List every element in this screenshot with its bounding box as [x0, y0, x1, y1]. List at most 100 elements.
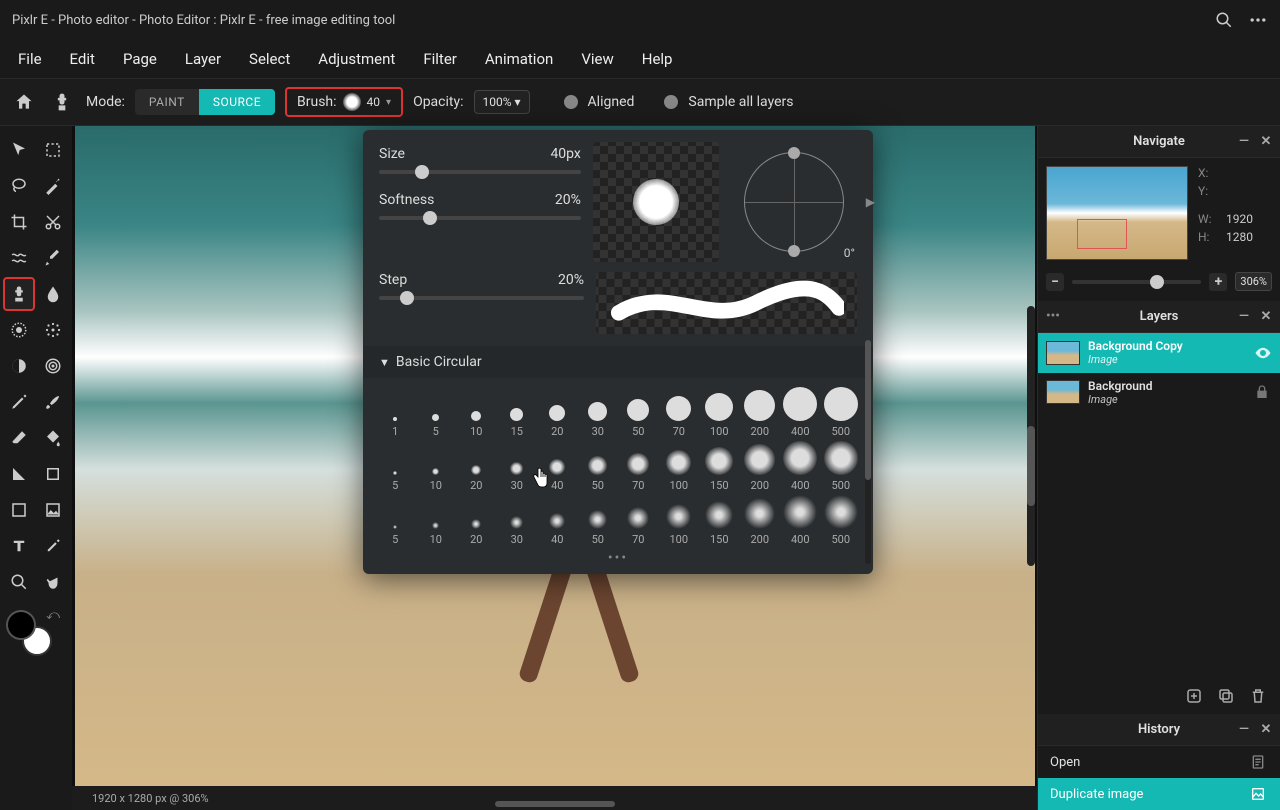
menu-page[interactable]: Page — [123, 50, 157, 68]
chevron-right-icon[interactable]: ▶ — [866, 195, 875, 209]
swap-colors-icon[interactable]: ⤺ — [46, 608, 60, 623]
hand-tool[interactable] — [37, 565, 69, 599]
duplicate-layer-button[interactable] — [1216, 686, 1236, 706]
brush-preset[interactable]: 100 — [659, 440, 700, 492]
eraser-tool[interactable] — [3, 421, 35, 455]
brush-preset[interactable]: 70 — [618, 494, 659, 546]
foreground-color-swatch[interactable] — [6, 610, 36, 640]
brush-preset[interactable]: 200 — [740, 494, 781, 546]
brush-preset[interactable]: 50 — [578, 440, 619, 492]
brush-selector[interactable]: Brush: 40 ▾ — [285, 87, 403, 117]
frame-tool[interactable] — [3, 493, 35, 527]
close-icon[interactable]: ✕ — [1258, 722, 1274, 738]
brush-preset[interactable]: 10 — [416, 494, 457, 546]
zoom-tool[interactable] — [3, 565, 35, 599]
menu-adjustment[interactable]: Adjustment — [318, 50, 395, 68]
more-icon[interactable] — [1248, 10, 1268, 30]
gradient-tool[interactable] — [3, 457, 35, 491]
wand-tool[interactable] — [37, 169, 69, 203]
layer-item[interactable]: Background Copy Image — [1038, 333, 1280, 373]
fill-tool[interactable] — [37, 421, 69, 455]
text-tool[interactable] — [3, 529, 35, 563]
cut-tool[interactable] — [37, 205, 69, 239]
zoom-value[interactable]: 306% — [1235, 272, 1272, 291]
brush-preset[interactable]: 5 — [375, 494, 416, 546]
brush-preset[interactable]: 100 — [659, 494, 700, 546]
brush-preset[interactable]: 70 — [618, 440, 659, 492]
mode-paint-button[interactable]: PAINT — [135, 89, 199, 115]
size-slider[interactable] — [379, 170, 581, 174]
brush-preset[interactable]: 150 — [699, 494, 740, 546]
close-icon[interactable]: ✕ — [1258, 309, 1274, 325]
menu-animation[interactable]: Animation — [485, 50, 553, 68]
menu-help[interactable]: Help — [642, 50, 673, 68]
brush-preset[interactable]: 10 — [456, 386, 497, 438]
sample-all-radio[interactable] — [664, 95, 678, 109]
menu-filter[interactable]: Filter — [423, 50, 457, 68]
brush-preset[interactable]: 10 — [416, 440, 457, 492]
brush-category-header[interactable]: ▼ Basic Circular — [363, 346, 873, 378]
brush-preset[interactable]: 400 — [780, 386, 821, 438]
brush-preset[interactable]: 400 — [780, 494, 821, 546]
brush-preset[interactable]: 100 — [699, 386, 740, 438]
menu-edit[interactable]: Edit — [70, 50, 95, 68]
eyedropper-tool[interactable] — [37, 241, 69, 275]
brush-preset[interactable]: 500 — [821, 494, 862, 546]
heal-tool[interactable] — [3, 313, 35, 347]
brush-preset[interactable]: 500 — [821, 440, 862, 492]
zoom-in-button[interactable]: + — [1209, 273, 1227, 291]
dodge-tool[interactable] — [3, 349, 35, 383]
pen-tool[interactable] — [3, 385, 35, 419]
blur-tool[interactable] — [37, 277, 69, 311]
minimize-icon[interactable]: — — [1236, 134, 1252, 150]
history-item[interactable]: Duplicate image — [1038, 778, 1280, 810]
add-layer-button[interactable] — [1184, 686, 1204, 706]
brush-preset[interactable]: 1 — [375, 386, 416, 438]
clone-stamp-tool[interactable] — [3, 277, 35, 311]
eye-icon[interactable] — [1254, 344, 1272, 362]
brush-preset[interactable]: 30 — [497, 440, 538, 492]
brush-preset[interactable]: 50 — [578, 494, 619, 546]
lasso-tool[interactable] — [3, 169, 35, 203]
liquify-tool[interactable] — [3, 241, 35, 275]
menu-file[interactable]: File — [18, 50, 42, 68]
shape-tool[interactable] — [37, 457, 69, 491]
brush-preset[interactable]: 5 — [375, 440, 416, 492]
brush-preset[interactable]: 200 — [740, 386, 781, 438]
lock-icon[interactable] — [1254, 384, 1272, 400]
close-icon[interactable]: ✕ — [1258, 134, 1274, 150]
softness-slider[interactable] — [379, 216, 581, 220]
brush-preset[interactable]: 20 — [456, 440, 497, 492]
delete-layer-button[interactable] — [1248, 686, 1268, 706]
brush-tool[interactable] — [37, 385, 69, 419]
minimize-icon[interactable]: — — [1236, 722, 1252, 738]
popup-scrollbar[interactable] — [865, 340, 871, 564]
layers-options-icon[interactable]: ••• — [1046, 309, 1060, 324]
brush-preset[interactable]: 50 — [618, 386, 659, 438]
color-swatches[interactable]: ⤺ — [2, 606, 62, 662]
brush-preset[interactable]: 70 — [659, 386, 700, 438]
aligned-radio[interactable] — [564, 95, 578, 109]
brush-preset[interactable]: 150 — [699, 440, 740, 492]
minimize-icon[interactable]: — — [1236, 309, 1252, 325]
mode-source-button[interactable]: SOURCE — [199, 89, 275, 115]
navigate-thumbnail[interactable] — [1046, 166, 1188, 260]
brush-preset[interactable]: 5 — [416, 386, 457, 438]
sponge-tool[interactable] — [37, 349, 69, 383]
clone-tool-icon[interactable] — [48, 88, 76, 116]
marquee-tool[interactable] — [37, 133, 69, 167]
brush-preset[interactable]: 20 — [456, 494, 497, 546]
brush-preset[interactable]: 20 — [537, 386, 578, 438]
brush-preset[interactable]: 15 — [497, 386, 538, 438]
search-icon[interactable] — [1214, 10, 1234, 30]
zoom-slider[interactable] — [1072, 280, 1201, 284]
image-tool[interactable] — [37, 493, 69, 527]
brush-preset[interactable]: 30 — [578, 386, 619, 438]
history-item[interactable]: Open — [1038, 746, 1280, 778]
brush-preset[interactable]: 40 — [537, 494, 578, 546]
opacity-dropdown[interactable]: 100% ▾ — [474, 90, 530, 114]
disperse-tool[interactable] — [37, 313, 69, 347]
crop-tool[interactable] — [3, 205, 35, 239]
brush-angle-control[interactable]: ▶ 0° — [731, 142, 857, 262]
canvas-scrollbar[interactable] — [1027, 306, 1035, 566]
